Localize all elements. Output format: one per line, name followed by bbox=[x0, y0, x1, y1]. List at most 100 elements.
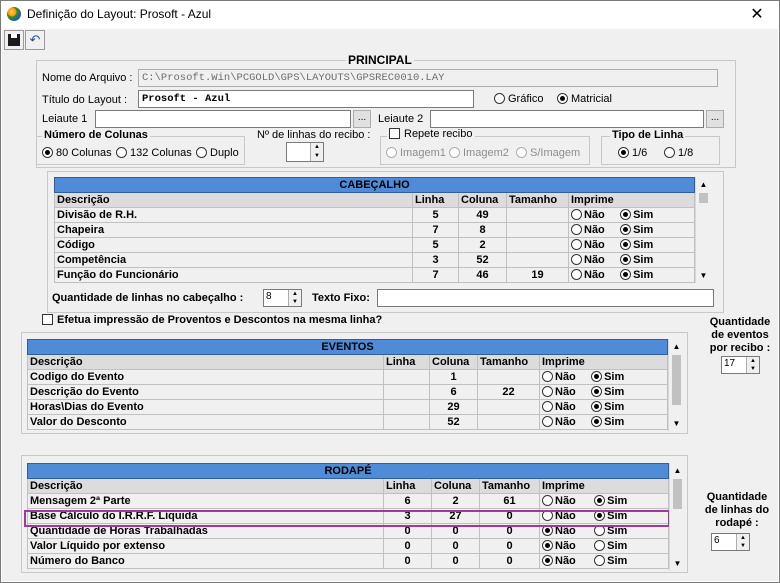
cell-imprime[interactable]: Não Sim bbox=[567, 237, 696, 253]
cell-linha[interactable] bbox=[383, 414, 430, 430]
table-row[interactable]: Horas\Dias do Evento 29 Não Sim bbox=[27, 399, 669, 415]
cell-linha[interactable] bbox=[383, 384, 430, 400]
cell-linha[interactable]: 5 bbox=[412, 237, 459, 253]
l18-radio[interactable]: 1/8 bbox=[664, 147, 693, 159]
cell-tamanho[interactable] bbox=[477, 399, 540, 415]
cell-tamanho[interactable]: 22 bbox=[477, 384, 540, 400]
undo-button[interactable]: ↶ bbox=[25, 30, 45, 50]
nao-radio[interactable] bbox=[571, 254, 582, 265]
cell-imprime[interactable]: Não Sim bbox=[538, 493, 670, 509]
nao-radio[interactable] bbox=[542, 371, 553, 382]
nao-radio[interactable] bbox=[542, 555, 553, 566]
duplo-radio[interactable]: Duplo bbox=[196, 147, 239, 159]
grafico-radio[interactable]: Gráfico bbox=[494, 93, 543, 105]
cell-linha[interactable]: 0 bbox=[383, 553, 432, 569]
cab-qtd-spinner[interactable]: 8 ▲ ▼ bbox=[263, 289, 302, 307]
cell-coluna[interactable]: 29 bbox=[429, 399, 478, 415]
spin-up-icon[interactable]: ▲ bbox=[288, 290, 301, 298]
cell-tamanho[interactable]: 61 bbox=[479, 493, 540, 509]
scroll-thumb[interactable] bbox=[673, 479, 682, 509]
cell-coluna[interactable]: 2 bbox=[431, 493, 480, 509]
cell-imprime[interactable]: Não Sim bbox=[567, 207, 696, 223]
scroll-up-icon[interactable]: ▲ bbox=[670, 463, 685, 478]
eventos-qtd-spinner[interactable]: 17 ▲ ▼ bbox=[721, 356, 760, 374]
cell-coluna[interactable]: 6 bbox=[429, 384, 478, 400]
spin-up-icon[interactable]: ▲ bbox=[310, 143, 323, 152]
sim-radio[interactable] bbox=[620, 254, 632, 265]
cell-coluna[interactable]: 8 bbox=[458, 222, 507, 238]
scroll-up-icon[interactable]: ▲ bbox=[669, 339, 684, 354]
nlinhas-spinner[interactable]: ▲ ▼ bbox=[286, 142, 324, 162]
efetua-checkbox[interactable]: Efetua impressão de Proventos e Desconto… bbox=[42, 314, 382, 326]
titulo-field[interactable]: Prosoft - Azul bbox=[138, 90, 474, 108]
cell-linha[interactable] bbox=[383, 399, 430, 415]
rodape-scrollbar[interactable]: ▲ ▼ bbox=[669, 463, 685, 571]
eventos-scrollbar[interactable]: ▲ ▼ bbox=[668, 339, 684, 431]
sim-radio[interactable] bbox=[591, 401, 603, 412]
leiaute1-field[interactable] bbox=[95, 110, 351, 128]
scroll-down-icon[interactable]: ▼ bbox=[696, 268, 711, 283]
cell-linha[interactable]: 3 bbox=[412, 252, 459, 268]
cell-coluna[interactable]: 52 bbox=[429, 414, 478, 430]
sim-radio[interactable] bbox=[620, 209, 632, 220]
sim-radio[interactable] bbox=[594, 540, 606, 551]
repete-checkbox[interactable]: Repete recibo bbox=[387, 128, 475, 140]
cell-tamanho[interactable] bbox=[506, 237, 569, 253]
sim-radio[interactable] bbox=[620, 224, 632, 235]
cell-imprime[interactable]: Não Sim bbox=[538, 399, 669, 415]
cell-tamanho[interactable]: 0 bbox=[479, 538, 540, 554]
nao-radio[interactable] bbox=[542, 386, 553, 397]
cell-coluna[interactable]: 49 bbox=[458, 207, 507, 223]
nao-radio[interactable] bbox=[571, 239, 582, 250]
sim-radio[interactable] bbox=[591, 386, 603, 397]
col80-radio[interactable]: 80 Colunas bbox=[42, 147, 112, 159]
arquivo-field[interactable]: C:\Prosoft.Win\PCGOLD\GPS\LAYOUTS\GPSREC… bbox=[138, 69, 718, 87]
sim-radio[interactable] bbox=[620, 239, 632, 250]
leiaute2-field[interactable] bbox=[430, 110, 704, 128]
nao-radio[interactable] bbox=[542, 540, 553, 551]
scroll-down-icon[interactable]: ▼ bbox=[669, 416, 684, 431]
table-row[interactable]: Mensagem 2ª Parte 6 2 61 Não Sim bbox=[27, 493, 670, 509]
cell-coluna[interactable]: 2 bbox=[458, 237, 507, 253]
cell-coluna[interactable]: 46 bbox=[458, 267, 507, 283]
l16-radio[interactable]: 1/6 bbox=[618, 147, 647, 159]
cell-coluna[interactable]: 52 bbox=[458, 252, 507, 268]
scroll-thumb[interactable] bbox=[672, 355, 681, 405]
col132-radio[interactable]: 132 Colunas bbox=[116, 147, 192, 159]
nao-radio[interactable] bbox=[571, 269, 582, 280]
cell-imprime[interactable]: Não Sim bbox=[567, 222, 696, 238]
cell-tamanho[interactable]: 0 bbox=[479, 553, 540, 569]
nao-radio[interactable] bbox=[571, 209, 582, 220]
table-row[interactable]: Número do Banco 0 0 0 Não Sim bbox=[27, 553, 670, 569]
cell-imprime[interactable]: Não Sim bbox=[538, 414, 669, 430]
cell-coluna[interactable]: 0 bbox=[431, 553, 480, 569]
cell-linha[interactable]: 6 bbox=[383, 493, 432, 509]
nao-radio[interactable] bbox=[542, 401, 553, 412]
cell-tamanho[interactable]: 19 bbox=[506, 267, 569, 283]
scroll-up-icon[interactable]: ▲ bbox=[696, 177, 711, 192]
table-row[interactable]: Descrição do Evento 6 22 Não Sim bbox=[27, 384, 669, 400]
nao-radio[interactable] bbox=[542, 495, 553, 506]
table-row[interactable]: Valor do Desconto 52 Não Sim bbox=[27, 414, 669, 430]
table-row[interactable]: Chapeira 7 8 Não Sim bbox=[54, 222, 696, 238]
cell-imprime[interactable]: Não Sim bbox=[538, 384, 669, 400]
cell-coluna[interactable]: 0 bbox=[431, 538, 480, 554]
texto-fixo-field[interactable] bbox=[377, 289, 714, 307]
save-button[interactable] bbox=[4, 30, 24, 50]
sim-radio[interactable] bbox=[594, 495, 606, 506]
imagem2-radio[interactable]: Imagem2 bbox=[449, 147, 509, 159]
cell-imprime[interactable]: Não Sim bbox=[538, 369, 669, 385]
table-row[interactable]: Função do Funcionário 7 46 19 Não Sim bbox=[54, 267, 696, 283]
sim-radio[interactable] bbox=[591, 416, 603, 427]
nao-radio[interactable] bbox=[542, 416, 553, 427]
cell-imprime[interactable]: Não Sim bbox=[567, 252, 696, 268]
leiaute2-browse-button[interactable]: ... bbox=[706, 110, 724, 128]
scroll-thumb[interactable] bbox=[699, 193, 708, 203]
spin-up-icon[interactable]: ▲ bbox=[736, 534, 749, 542]
cell-linha[interactable]: 7 bbox=[412, 222, 459, 238]
cell-linha[interactable]: 7 bbox=[412, 267, 459, 283]
sim-radio[interactable] bbox=[594, 555, 606, 566]
cell-tamanho[interactable] bbox=[477, 414, 540, 430]
leiaute1-browse-button[interactable]: ... bbox=[353, 110, 371, 128]
cabecalho-scrollbar[interactable]: ▲ ▼ bbox=[695, 177, 711, 283]
